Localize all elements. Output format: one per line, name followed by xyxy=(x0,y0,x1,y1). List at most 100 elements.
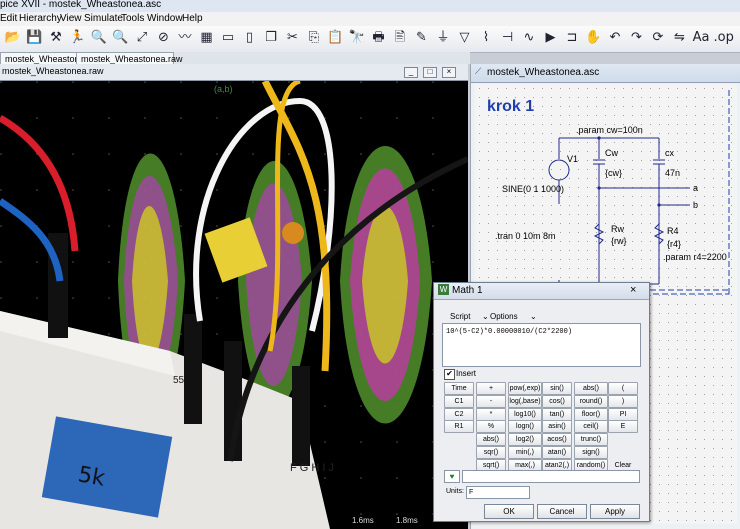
keypad-button[interactable]: pow(,exp) xyxy=(508,382,542,395)
print-icon[interactable]: 🖶 xyxy=(370,29,388,47)
keypad-button[interactable]: ceil() xyxy=(574,420,608,434)
print-preview-icon[interactable]: 🖹 xyxy=(391,29,409,47)
insert-checkbox[interactable]: ✔ xyxy=(444,369,455,380)
waveform-plot[interactable]: (a,b) 1.6ms 1.8ms 5k 55 F G H I J xyxy=(0,81,468,529)
keypad-button[interactable]: ( xyxy=(608,382,638,395)
keypad-button[interactable]: log2() xyxy=(508,433,542,447)
menu-view[interactable]: View xyxy=(60,12,82,26)
keypad-button[interactable]: C2 xyxy=(444,407,474,421)
menu-simulate[interactable]: Simulate xyxy=(84,12,123,26)
zoom-in-icon[interactable]: 🔍 xyxy=(90,29,108,47)
hand-icon[interactable]: ✋ xyxy=(585,29,603,47)
keypad-button[interactable]: trunc() xyxy=(574,433,608,447)
keypad-button[interactable]: log10() xyxy=(508,407,542,421)
keypad-button[interactable]: abs() xyxy=(574,382,608,395)
apply-button[interactable]: Apply xyxy=(590,504,640,519)
keypad-button[interactable]: % xyxy=(476,420,506,434)
component-v1[interactable]: V1 xyxy=(567,154,578,164)
menu-edit[interactable]: Edit xyxy=(0,12,17,26)
keypad-button[interactable]: cos() xyxy=(542,394,572,408)
keypad-button[interactable]: Time xyxy=(444,382,474,395)
ok-button[interactable]: OK xyxy=(484,504,534,519)
rw-value[interactable]: {rw} xyxy=(611,236,627,246)
keypad-button[interactable]: abs() xyxy=(476,433,506,447)
tile-vertical-icon[interactable]: ▯ xyxy=(241,29,259,47)
v1-value[interactable]: SINE(0 1 1000) xyxy=(502,184,564,194)
diode-icon[interactable]: ▶ xyxy=(542,29,560,47)
script-menu[interactable]: Script xyxy=(450,312,470,321)
component-cw[interactable]: Cw xyxy=(605,148,618,158)
component-rw[interactable]: Rw xyxy=(611,224,624,234)
r4-value[interactable]: {r4} xyxy=(667,239,681,249)
keypad-button[interactable]: min(,) xyxy=(508,446,542,459)
maximize-button[interactable]: □ xyxy=(423,67,437,78)
node-a-label[interactable]: a xyxy=(693,183,698,193)
component-r4[interactable]: R4 xyxy=(667,226,679,236)
keypad-button[interactable]: sqr() xyxy=(476,446,506,459)
keypad-button[interactable]: round() xyxy=(574,394,608,408)
keypad-button[interactable]: PI xyxy=(608,407,638,421)
mirror-icon[interactable]: ⇋ xyxy=(671,29,689,47)
zoom-cancel-icon[interactable]: ⊘ xyxy=(155,29,173,47)
inductor-icon[interactable]: ∿ xyxy=(520,29,538,47)
component-cx[interactable]: cx xyxy=(665,148,674,158)
keypad-button[interactable]: E xyxy=(608,420,638,434)
formula-icon[interactable]: ♥ xyxy=(444,470,460,483)
keypad-button[interactable]: floor() xyxy=(574,407,608,421)
keypad-button[interactable]: atan() xyxy=(542,446,572,459)
keypad-button[interactable]: ) xyxy=(608,394,638,408)
hammer-icon[interactable]: ⚒ xyxy=(47,29,65,47)
open-icon[interactable]: 📂 xyxy=(4,29,22,47)
cw-value[interactable]: {cw} xyxy=(605,168,622,178)
component-icon[interactable]: ⊐ xyxy=(563,29,581,47)
copy-icon[interactable]: ⎘ xyxy=(305,29,323,47)
keypad-button[interactable]: R1 xyxy=(444,420,474,434)
resistor-icon[interactable]: ⌇ xyxy=(477,29,495,47)
menu-hierarchy[interactable]: Hierarchy xyxy=(19,12,62,26)
zoom-fit-icon[interactable]: ⤢ xyxy=(133,29,151,47)
ground-icon[interactable]: ⏚ xyxy=(434,29,452,47)
close-icon[interactable]: × xyxy=(630,284,636,296)
keypad-button[interactable]: logn() xyxy=(508,420,542,434)
keypad-button[interactable]: + xyxy=(476,382,506,395)
pencil-icon[interactable]: ✎ xyxy=(413,29,431,47)
spice-directive-icon[interactable]: .op xyxy=(714,29,734,47)
capacitor-icon[interactable]: ⊣ xyxy=(499,29,517,47)
menu-help[interactable]: Help xyxy=(182,12,203,26)
cancel-button[interactable]: Cancel xyxy=(537,504,587,519)
minimize-button[interactable]: _ xyxy=(404,67,418,78)
zoom-out-icon[interactable]: 🔍 xyxy=(112,29,130,47)
cascade-icon[interactable]: ❐ xyxy=(262,29,280,47)
paste-icon[interactable]: 📋 xyxy=(327,29,345,47)
menu-tools[interactable]: Tools xyxy=(121,12,144,26)
text-icon[interactable]: Aa xyxy=(692,29,710,47)
keypad-button[interactable]: sign() xyxy=(574,446,608,459)
keypad-button[interactable]: tan() xyxy=(542,407,572,421)
undo-icon[interactable]: ↶ xyxy=(606,29,624,47)
autorange-icon[interactable]: ▦ xyxy=(198,29,216,47)
keypad-button[interactable]: sin() xyxy=(542,382,572,395)
rotate-icon[interactable]: ⟳ xyxy=(649,29,667,47)
node-b-label[interactable]: b xyxy=(693,200,698,210)
keypad-button[interactable]: asin() xyxy=(542,420,572,434)
menu-window[interactable]: Window xyxy=(147,12,183,26)
param-r4-directive[interactable]: .param r4=2200 xyxy=(663,252,727,262)
expression-editor[interactable]: 10^(5-C2)*0.00000010/(C2*2200) xyxy=(442,323,641,367)
waveform-icon[interactable]: 〰 xyxy=(176,29,194,47)
tran-directive[interactable]: .tran 0 10m 8m xyxy=(495,231,556,241)
formula-field[interactable] xyxy=(462,470,640,483)
close-button[interactable]: × xyxy=(442,67,456,78)
options-menu[interactable]: Options xyxy=(490,312,518,321)
label-icon[interactable]: ▽ xyxy=(456,29,474,47)
cx-value[interactable]: 47n xyxy=(665,168,680,178)
cut-icon[interactable]: ✂ xyxy=(284,29,302,47)
keypad-button[interactable]: - xyxy=(476,394,506,408)
find-icon[interactable]: 🔭 xyxy=(348,29,366,47)
redo-icon[interactable]: ↷ xyxy=(628,29,646,47)
run-icon[interactable]: 🏃 xyxy=(69,29,87,47)
keypad-button[interactable]: acos() xyxy=(542,433,572,447)
tile-horizontal-icon[interactable]: ▭ xyxy=(219,29,237,47)
keypad-button[interactable]: * xyxy=(476,407,506,421)
expression-text[interactable]: 10^(5-C2)*0.00000010/(C2*2200) xyxy=(446,328,572,336)
units-field[interactable]: F xyxy=(466,486,530,499)
